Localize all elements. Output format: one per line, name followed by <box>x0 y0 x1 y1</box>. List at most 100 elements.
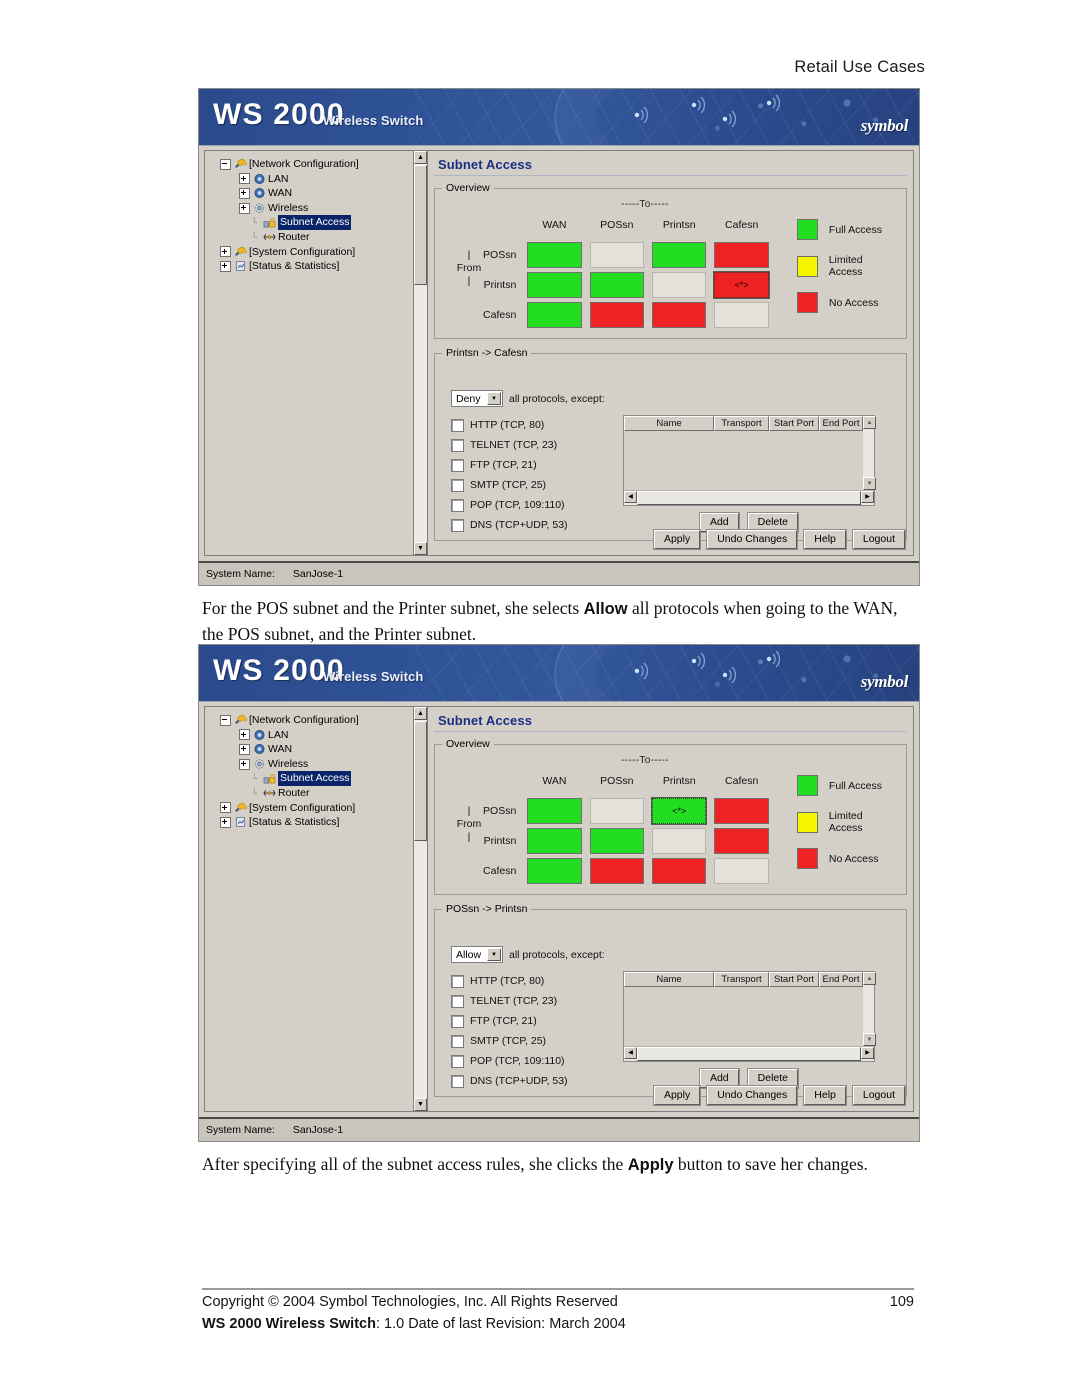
tree-item-system-configuration[interactable]: [System Configuration] <box>209 801 413 816</box>
matrix-cell[interactable]: <*> <box>648 796 710 826</box>
protocol-checkbox[interactable] <box>451 458 464 472</box>
tree-scrollbar[interactable]: ▲ ▼ <box>413 150 428 556</box>
matrix-cell[interactable] <box>648 856 710 886</box>
scroll-down-arrow-icon[interactable]: ▼ <box>414 542 427 555</box>
access-matrix-1[interactable]: -----To----- | From | WAN POSsn Printsn Cafes… <box>443 199 773 330</box>
rules-grid-vscrollbar-1[interactable]: ▲ ▼ <box>863 416 876 490</box>
expand-icon[interactable] <box>239 187 250 199</box>
tree-item-wireless[interactable]: Wireless <box>209 201 413 216</box>
rules-grid-2[interactable]: NameTransportStart PortEnd Port ▲ ▼ ◀ <box>623 971 876 1062</box>
matrix-cell[interactable] <box>710 856 772 886</box>
protocol-checkbox[interactable] <box>451 974 464 988</box>
matrix-cell[interactable]: <*> <box>710 270 772 300</box>
expand-icon[interactable] <box>239 743 250 755</box>
protocol-checkbox[interactable] <box>451 1034 464 1048</box>
logout-button[interactable]: Logout <box>852 1086 905 1105</box>
tree-item-lan[interactable]: LAN <box>209 172 413 187</box>
tree-item-subnet-access[interactable]: └ Subnet Access <box>209 215 413 230</box>
expand-icon[interactable] <box>239 729 250 741</box>
protocol-row[interactable]: SMTP (TCP, 25) <box>451 1031 611 1051</box>
tree-scrollbar[interactable]: ▲ ▼ <box>413 706 428 1112</box>
matrix-cell[interactable] <box>586 300 648 330</box>
protocol-row[interactable]: POP (TCP, 109:110) <box>451 1051 611 1071</box>
tree-item-network-configuration[interactable]: [Network Configuration] <box>209 713 413 728</box>
matrix-cell[interactable] <box>710 240 772 270</box>
tree-item-subnet-access[interactable]: └ Subnet Access <box>209 771 413 786</box>
help-button[interactable]: Help <box>804 530 846 549</box>
chevron-down-icon[interactable]: ▼ <box>487 948 501 961</box>
protocol-checkbox[interactable] <box>451 438 464 452</box>
protocol-row[interactable]: SMTP (TCP, 25) <box>451 475 611 495</box>
tree-item-status-statistics[interactable]: [Status & Statistics] <box>209 259 413 274</box>
matrix-cell[interactable] <box>523 826 585 856</box>
apply-button[interactable]: Apply <box>653 530 701 549</box>
chevron-down-icon[interactable]: ▼ <box>487 392 501 405</box>
tree-item-system-configuration[interactable]: [System Configuration] <box>209 245 413 260</box>
protocol-row[interactable]: HTTP (TCP, 80) <box>451 415 611 435</box>
matrix-cell[interactable] <box>523 796 585 826</box>
rules-grid-hscrollbar-1[interactable]: ◀ ▶ <box>624 490 874 505</box>
grid-column-header[interactable]: Transport <box>714 416 769 431</box>
matrix-cell[interactable] <box>586 856 648 886</box>
protocol-checkbox[interactable] <box>451 478 464 492</box>
policy-dropdown-1[interactable]: Deny ▼ <box>451 390 503 407</box>
matrix-cell[interactable] <box>586 826 648 856</box>
grid-column-header[interactable]: Transport <box>714 972 769 987</box>
grid-column-header[interactable]: End Port <box>819 416 863 431</box>
scroll-thumb[interactable] <box>414 165 427 285</box>
undo-changes-button[interactable]: Undo Changes <box>707 530 798 549</box>
scroll-up-arrow-icon[interactable]: ▲ <box>863 416 876 429</box>
grid-column-header[interactable]: Start Port <box>769 972 819 987</box>
scroll-down-arrow-icon[interactable]: ▼ <box>863 477 876 490</box>
rules-grid-hscrollbar-2[interactable]: ◀ ▶ <box>624 1046 874 1061</box>
expand-icon[interactable] <box>239 202 250 214</box>
scroll-down-arrow-icon[interactable]: ▼ <box>863 1033 876 1046</box>
matrix-cell[interactable] <box>586 270 648 300</box>
expand-icon[interactable] <box>239 758 250 770</box>
tree-item-wan[interactable]: WAN <box>209 186 413 201</box>
logout-button[interactable]: Logout <box>852 530 905 549</box>
tree-item-lan[interactable]: LAN <box>209 728 413 743</box>
hscroll-track[interactable] <box>637 491 861 505</box>
navigation-tree[interactable]: [Network Configuration] LAN WAN Wireless └ Su… <box>204 706 413 1112</box>
protocol-row[interactable]: DNS (TCP+UDP, 53) <box>451 1071 611 1091</box>
protocol-checkbox[interactable] <box>451 1014 464 1028</box>
matrix-cell[interactable] <box>710 300 772 330</box>
matrix-cell[interactable] <box>523 856 585 886</box>
protocol-row[interactable]: DNS (TCP+UDP, 53) <box>451 515 611 535</box>
help-button[interactable]: Help <box>804 1086 846 1105</box>
tree-item-status-statistics[interactable]: [Status & Statistics] <box>209 815 413 830</box>
tree-item-router[interactable]: └ Router <box>209 786 413 801</box>
scroll-left-arrow-icon[interactable]: ◀ <box>624 1047 637 1059</box>
matrix-cell[interactable] <box>523 240 585 270</box>
protocol-checkbox[interactable] <box>451 498 464 512</box>
tree-item-wireless[interactable]: Wireless <box>209 757 413 772</box>
scroll-up-arrow-icon[interactable]: ▲ <box>863 972 876 985</box>
rules-grid-vscrollbar-2[interactable]: ▲ ▼ <box>863 972 876 1046</box>
expand-icon[interactable] <box>220 816 231 828</box>
protocol-checkbox[interactable] <box>451 1054 464 1068</box>
grid-column-header[interactable]: End Port <box>819 972 863 987</box>
protocol-row[interactable]: HTTP (TCP, 80) <box>451 971 611 991</box>
protocol-row[interactable]: FTP (TCP, 21) <box>451 455 611 475</box>
expand-icon[interactable] <box>239 173 250 185</box>
protocol-checkbox[interactable] <box>451 1074 464 1088</box>
policy-dropdown-2[interactable]: Allow ▼ <box>451 946 503 963</box>
collapse-icon[interactable] <box>220 158 231 170</box>
matrix-cell[interactable] <box>710 796 772 826</box>
scroll-down-arrow-icon[interactable]: ▼ <box>414 1098 427 1111</box>
matrix-cell[interactable] <box>648 300 710 330</box>
protocol-row[interactable]: POP (TCP, 109:110) <box>451 495 611 515</box>
grid-column-header[interactable]: Start Port <box>769 416 819 431</box>
tree-item-router[interactable]: └ Router <box>209 230 413 245</box>
apply-button[interactable]: Apply <box>653 1086 701 1105</box>
protocol-checkbox[interactable] <box>451 518 464 532</box>
scroll-up-arrow-icon[interactable]: ▲ <box>414 151 427 164</box>
tree-item-network-configuration[interactable]: [Network Configuration] <box>209 157 413 172</box>
protocol-checkbox[interactable] <box>451 418 464 432</box>
scroll-right-arrow-icon[interactable]: ▶ <box>861 1047 874 1059</box>
navigation-tree[interactable]: [Network Configuration] LAN WAN Wireless └ Su… <box>204 150 413 556</box>
grid-column-header[interactable]: Name <box>624 972 714 987</box>
scroll-up-arrow-icon[interactable]: ▲ <box>414 707 427 720</box>
protocol-row[interactable]: TELNET (TCP, 23) <box>451 991 611 1011</box>
